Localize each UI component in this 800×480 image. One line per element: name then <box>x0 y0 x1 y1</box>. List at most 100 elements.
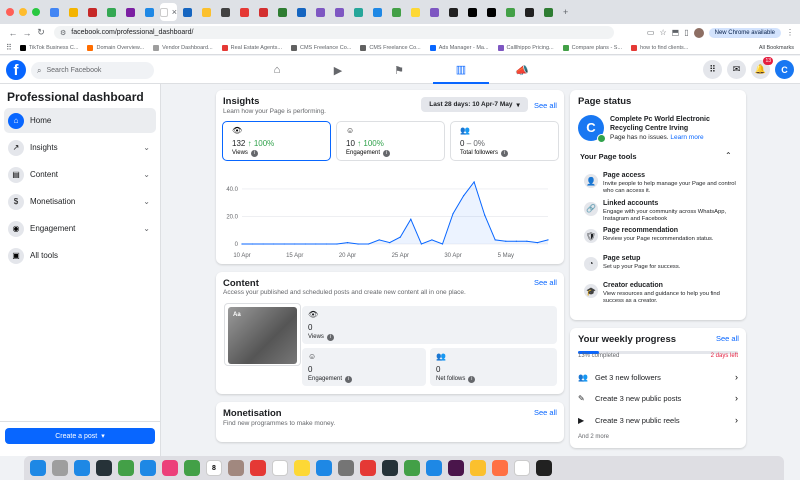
reminders-icon[interactable] <box>272 460 288 476</box>
profile-avatar[interactable] <box>693 27 704 38</box>
nav-dashboard-icon[interactable]: ▥ <box>433 56 489 84</box>
contacts-icon[interactable] <box>228 460 244 476</box>
browser-tab[interactable] <box>464 3 481 21</box>
metric-engagement[interactable]: ☺ 10 ↑ 100% Engagement i <box>336 121 445 161</box>
apps-grid-icon[interactable]: ⠿ <box>6 43 12 52</box>
sidepanel-icon[interactable]: ▯ <box>684 28 688 37</box>
bookmark-item[interactable]: Calllhippo Pricing... <box>497 44 554 51</box>
weekly-task-reels[interactable]: ▶ Create 3 new public reels › <box>578 412 738 428</box>
youtube-icon[interactable] <box>360 460 376 476</box>
browser-tab[interactable] <box>388 3 405 21</box>
all-bookmarks-button[interactable]: All Bookmarks <box>759 45 794 51</box>
browser-tab[interactable] <box>179 3 196 21</box>
kebab-menu-icon[interactable]: ⋮ <box>786 28 794 37</box>
content-see-all-link[interactable]: See all <box>534 278 557 287</box>
notifications-icon[interactable]: 🔔 13 <box>751 57 773 79</box>
bookmark-item[interactable]: Domain Overview... <box>87 44 144 51</box>
launchpad-icon[interactable] <box>52 460 68 476</box>
app-icon[interactable] <box>382 460 398 476</box>
bookmark-item[interactable]: how to find clients... <box>631 44 688 51</box>
weekly-task-followers[interactable]: 👥 Get 3 new followers › <box>578 369 738 385</box>
browser-tab[interactable] <box>217 3 234 21</box>
page-tool-item[interactable]: 👤 Page access Invite people to help manage… <box>578 172 738 198</box>
docker-icon[interactable] <box>426 460 442 476</box>
cast-icon[interactable]: ▭ <box>647 28 655 37</box>
close-tab-icon[interactable]: × <box>172 7 177 17</box>
app-icon[interactable] <box>492 460 508 476</box>
browser-tab[interactable] <box>255 3 272 21</box>
learn-more-link[interactable]: Learn more <box>670 134 703 141</box>
whatsapp-icon[interactable] <box>404 460 420 476</box>
bookmark-item[interactable]: Compare plans - S... <box>562 44 622 51</box>
browser-tab[interactable] <box>483 3 500 21</box>
app-icon[interactable] <box>514 460 530 476</box>
weekly-see-all-link[interactable]: See all <box>716 334 739 343</box>
browser-tab[interactable] <box>65 3 82 21</box>
menu-grid-icon[interactable]: ⠿ <box>703 60 722 79</box>
sidebar-item-content[interactable]: ▤ Content ⌄ <box>4 162 156 187</box>
page-tool-item[interactable]: ◔ Page setup Set up your Page for success. <box>578 255 738 281</box>
sidebar-item-all-tools[interactable]: ▣ All tools <box>4 243 156 268</box>
metric-followers[interactable]: 👥 0 – 0% Total followers i <box>450 121 559 161</box>
weekly-more-link[interactable]: And 2 more <box>578 434 609 440</box>
browser-tab[interactable] <box>445 3 462 21</box>
sidebar-item-engagement[interactable]: ◉ Engagement ⌄ <box>4 216 156 241</box>
sidebar-item-home[interactable]: ⌂ Home <box>4 108 156 133</box>
bookmark-item[interactable]: Ads Manager - Ma... <box>429 44 489 51</box>
facebook-logo[interactable]: f <box>6 60 26 80</box>
post-preview[interactable]: Aa <box>224 303 301 366</box>
search-input[interactable]: ⌕ Search Facebook <box>31 62 154 79</box>
bookmark-item[interactable]: CMS Freelance Co... <box>360 44 421 51</box>
safari-icon[interactable] <box>74 460 90 476</box>
bookmark-star-icon[interactable]: ☆ <box>659 28 666 37</box>
app-icon[interactable] <box>96 460 112 476</box>
page-name[interactable]: Complete Pc World Electronic Recycling C… <box>610 115 742 133</box>
browser-tab[interactable] <box>540 3 557 21</box>
info-icon[interactable]: i <box>345 376 353 383</box>
info-icon[interactable]: i <box>383 150 391 157</box>
browser-tab[interactable] <box>521 3 538 21</box>
mail-icon[interactable] <box>140 460 156 476</box>
bookmark-item[interactable]: Vendor Dashboard... <box>153 44 213 51</box>
metric-views[interactable]: 👁 132 ↑ 100% Views i <box>222 121 331 161</box>
create-post-button[interactable]: Create a post ▾ <box>5 428 155 444</box>
site-info-icon[interactable]: ⚙ <box>60 29 66 37</box>
info-icon[interactable]: i <box>501 150 509 157</box>
info-icon[interactable]: i <box>326 334 334 341</box>
nav-ads-icon[interactable]: 📣 <box>494 56 550 84</box>
page-tool-item[interactable]: 🎓 Creator education View resources and gui… <box>578 282 738 308</box>
browser-tab[interactable] <box>236 3 253 21</box>
chrome-update-button[interactable]: New Chrome available <box>708 27 781 38</box>
finder-icon[interactable] <box>30 460 46 476</box>
maximize-window-button[interactable] <box>32 8 40 16</box>
sidebar-item-insights[interactable]: ↗ Insights ⌄ <box>4 135 156 160</box>
browser-tab[interactable] <box>274 3 291 21</box>
nav-video-icon[interactable]: ▶ <box>310 56 366 84</box>
info-icon[interactable]: i <box>250 150 258 157</box>
chevron-up-icon[interactable]: ⌃ <box>725 151 732 160</box>
terminal-icon[interactable] <box>536 460 552 476</box>
photos-icon[interactable] <box>162 460 178 476</box>
calendar-icon[interactable]: 8 <box>206 460 222 476</box>
appstore-icon[interactable] <box>316 460 332 476</box>
monetisation-see-all-link[interactable]: See all <box>534 408 557 417</box>
browser-tab[interactable] <box>84 3 101 21</box>
page-tool-item[interactable]: 🛡 Page recommendation Review your Page rec… <box>578 227 738 253</box>
page-tool-item[interactable]: 🔗 Linked accounts Engage with your communi… <box>578 200 738 226</box>
sidebar-item-monetisation[interactable]: $ Monetisation ⌄ <box>4 189 156 214</box>
browser-tab[interactable] <box>293 3 310 21</box>
extensions-icon[interactable]: ⬒ <box>672 28 680 37</box>
browser-tab[interactable] <box>426 3 443 21</box>
facetime-icon[interactable] <box>184 460 200 476</box>
browser-tab[interactable] <box>141 3 158 21</box>
date-range-dropdown[interactable]: Last 28 days: 10 Apr-7 May ▾ <box>421 97 528 112</box>
weekly-task-posts[interactable]: ✎ Create 3 new public posts › <box>578 390 738 406</box>
messenger-icon[interactable]: ✉ <box>727 60 746 79</box>
browser-tab[interactable] <box>350 3 367 21</box>
browser-tab[interactable] <box>331 3 348 21</box>
browser-tab[interactable] <box>103 3 120 21</box>
insights-see-all-link[interactable]: See all <box>534 101 557 110</box>
url-field[interactable]: ⚙ facebook.com/professional_dashboard/ <box>54 26 614 39</box>
forward-icon[interactable]: → <box>20 28 34 38</box>
app-icon[interactable] <box>250 460 266 476</box>
